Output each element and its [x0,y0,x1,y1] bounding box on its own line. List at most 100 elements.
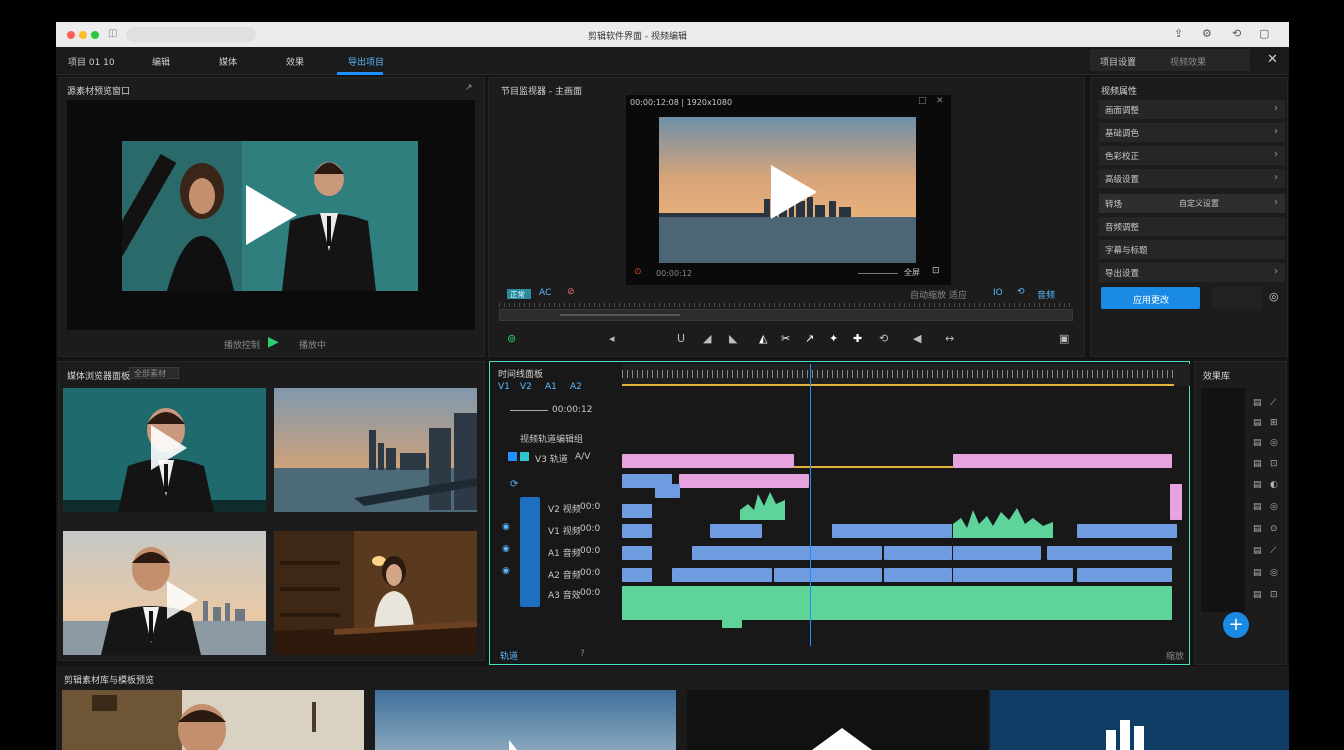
template-thumbnail-office[interactable] [62,690,364,750]
loop-icon[interactable]: ⟲ [1017,287,1025,297]
clip-a2-1[interactable] [622,568,652,582]
mode-normal-button[interactable]: 正常 [507,289,531,299]
tool-arrow-icon[interactable]: ↗ [805,332,814,345]
clip-title-2[interactable] [953,454,1172,468]
clip-a2-2[interactable] [672,568,772,582]
settings-icon[interactable]: ⚙ [1202,27,1212,40]
effect-icon[interactable]: ▤ [1253,524,1262,534]
tool-add-icon[interactable]: ✚ [853,332,862,345]
quality-label[interactable]: 全屏 [904,267,920,278]
effect-icon[interactable]: ⟋ [1270,398,1276,408]
tool-export-icon[interactable]: ▣ [1059,332,1069,345]
track-lock-icon[interactable] [520,452,529,461]
tool-prev-icon[interactable]: ◀ [913,332,921,345]
clip-a2-3[interactable] [774,568,882,582]
media-filter-dropdown[interactable]: 全部素材 [129,367,179,379]
effect-icon[interactable]: ⊙ [1270,524,1278,534]
effect-icon[interactable]: ◐ [1270,480,1278,490]
effect-icon[interactable]: ▤ [1253,502,1262,512]
record-icon[interactable]: ⊙ [634,267,642,277]
clip-v2-1[interactable] [622,504,652,518]
properties-row-audio[interactable]: 音频调整 [1099,217,1285,236]
media-thumbnail-city-sunset[interactable] [274,388,477,512]
effect-icon[interactable]: ▤ [1253,398,1262,408]
minimize-light-icon[interactable] [79,31,87,39]
zoom-light-icon[interactable] [91,31,99,39]
close-monitor-icon[interactable]: ✕ [936,96,944,106]
properties-row-basic-color[interactable]: 基础调色 › [1099,123,1285,142]
program-scrubber[interactable] [499,309,1073,321]
apply-button[interactable]: 应用更改 [1101,287,1200,309]
tool-star-icon[interactable]: ✦ [829,332,838,345]
properties-row-advanced[interactable]: 高级设置 › [1099,169,1285,188]
properties-row-subtitles[interactable]: 字幕与标题 [1099,240,1285,259]
audio-button[interactable]: 音频 [1037,288,1055,301]
timeline-tracks[interactable] [622,364,1190,666]
clip-a1-4[interactable] [953,546,1041,560]
playhead[interactable] [810,364,811,646]
expand-icon[interactable]: ↗ [465,83,473,93]
properties-row-transition[interactable]: 转场 自定义设置 › [1099,194,1285,213]
secondary-button[interactable] [1212,287,1262,309]
properties-row-color-correction[interactable]: 色彩校正 › [1099,146,1285,165]
clip-v1-4[interactable] [1077,524,1177,538]
minimize-icon[interactable]: □ [918,96,927,106]
effect-icon[interactable]: ▤ [1253,480,1262,490]
audio-icon[interactable]: ◉ [502,544,510,554]
sync-icon[interactable]: ⟳ [510,479,518,490]
fit-button[interactable]: 适应 [949,288,967,301]
effect-icon[interactable]: ▤ [1253,438,1262,448]
clip-v1-2[interactable] [710,524,762,538]
play-icon[interactable]: ▶ [268,334,279,350]
mic-icon[interactable]: ◉ [502,566,510,576]
tool-ramp-icon[interactable]: ◢ [703,332,711,345]
fullscreen-icon[interactable]: ⊡ [932,266,940,276]
template-thumbnail-blue-chart[interactable] [990,690,1289,750]
share-icon[interactable]: ⇪ [1174,27,1183,40]
track-header-a1[interactable]: A1 [545,382,557,392]
clip-a2-5[interactable] [953,568,1073,582]
volume-slider[interactable] [858,273,898,274]
menu-item-effects[interactable]: 效果 [286,55,304,68]
menu-item-export[interactable]: 导出项目 [348,55,384,68]
tool-ramp2-icon[interactable]: ◣ [729,332,737,345]
effect-icon[interactable]: ▤ [1253,590,1262,600]
tool-select-icon[interactable]: ⊚ [507,332,516,345]
tab-video-effects[interactable]: 视频效果 [1170,55,1206,68]
eye-icon[interactable]: ◉ [502,522,510,532]
clip-a1-1[interactable] [622,546,652,560]
template-thumbnail-dark[interactable] [687,690,988,750]
effect-icon[interactable]: ◎ [1270,568,1278,578]
tab-project-settings[interactable]: 项目设置 [1100,55,1136,68]
properties-row-image-adjust[interactable]: 画面调整 › [1099,100,1285,119]
mute-icon[interactable]: ⊘ [567,287,575,297]
clip-a2-4[interactable] [884,568,952,582]
timeline-zoom-slider[interactable] [510,410,548,411]
media-thumbnail-man-teal[interactable] [63,388,266,512]
refresh-icon[interactable]: ◎ [1269,290,1279,303]
io-button[interactable]: IO [993,288,1003,298]
add-effect-button[interactable]: + [1223,612,1249,638]
auto-zoom-button[interactable]: 自动缩放 [910,288,946,301]
clip-a1-5[interactable] [1047,546,1172,560]
effect-icon[interactable]: ◎ [1270,438,1278,448]
clip-a1-3[interactable] [884,546,952,560]
sidebar-toggle-icon[interactable]: ◫ [108,28,117,39]
timeline-ruler[interactable] [622,364,1190,386]
tool-width-icon[interactable]: ↔ [945,332,954,345]
track-header-v1[interactable]: V1 [498,382,510,392]
ac-button[interactable]: AC [539,288,551,298]
tool-rotate-icon[interactable]: ⟲ [879,332,888,345]
effect-icon[interactable]: ⊡ [1270,590,1278,600]
close-panel-icon[interactable]: ✕ [1267,52,1278,67]
clip-v1-3[interactable] [832,524,952,538]
media-thumbnail-woman-desk[interactable] [274,531,477,655]
timeline-footer-right[interactable]: 缩放 [1166,649,1184,662]
effect-icon[interactable]: ⊞ [1270,418,1278,428]
clip-v3-3[interactable] [655,484,680,498]
media-thumbnail-man-waterfront[interactable] [63,531,266,655]
track-toggle-icon[interactable] [508,452,517,461]
clip-v3-end[interactable] [1170,484,1182,520]
window-menu-icon[interactable]: ▢ [1259,27,1269,40]
menu-item-edit[interactable]: 编辑 [152,55,170,68]
